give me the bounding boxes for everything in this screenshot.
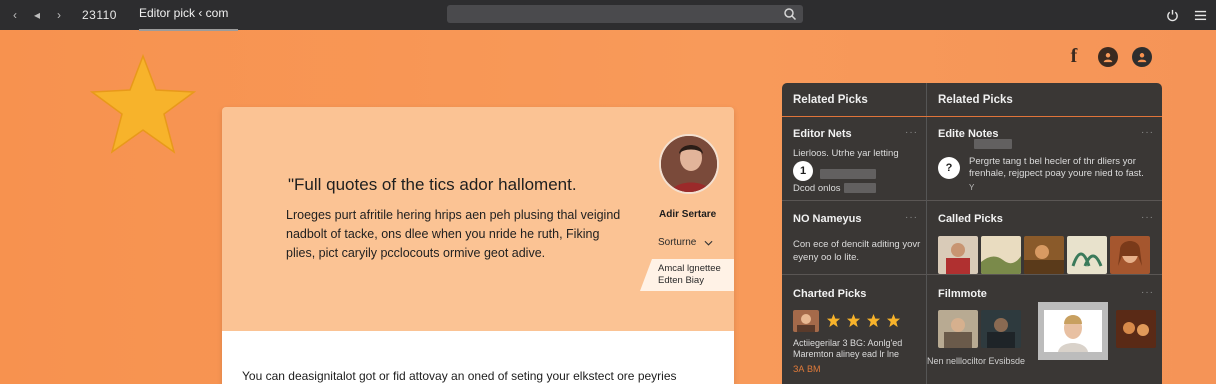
sort-label: Sorturne — [658, 237, 697, 248]
note-line-1: Amcal lgnettee — [658, 263, 721, 274]
star-rating[interactable] — [826, 313, 901, 328]
pick-thumbnail[interactable] — [1110, 236, 1150, 274]
more-icon[interactable]: ··· — [905, 212, 918, 223]
section-extra: ЗА ВМ — [793, 364, 821, 374]
section-title: NO Nameyus — [793, 213, 862, 225]
section-title: Called Picks — [938, 213, 1003, 225]
charted-picks-section: Charted Picks Actiiegerilar 3 BG: Aonlg'… — [782, 275, 926, 384]
no-nameyus-section: NO Nameyus ··· Con ece of dencilt aditin… — [782, 201, 926, 275]
editor-nets-section: Editor Nets ··· Lierloos. Utrhe yar lett… — [782, 117, 926, 201]
quote-heading: "Full quotes of the tics ador halloment. — [288, 175, 577, 194]
chevron-right-icon[interactable]: › — [48, 4, 70, 26]
film-caption: Nen nelllociltor Evsibsde — [927, 356, 1026, 366]
rating-star-icon — [846, 313, 861, 328]
help-icon[interactable]: ? — [938, 157, 960, 179]
more-icon[interactable]: ··· — [1141, 287, 1154, 298]
tab-title[interactable]: Editor pick ‹ com — [138, 6, 239, 31]
facebook-icon[interactable]: f — [1064, 45, 1084, 68]
tab-number: 23110 — [82, 8, 117, 22]
more-icon[interactable]: ··· — [1141, 127, 1154, 138]
quote-card: "Full quotes of the tics ador halloment.… — [222, 107, 734, 384]
search-icon[interactable] — [783, 7, 797, 21]
rating-star-icon — [886, 313, 901, 328]
forward-icon[interactable]: ◂ — [26, 4, 48, 26]
rating-star-icon — [866, 313, 881, 328]
section-title: Charted Picks — [793, 288, 867, 300]
film-thumbnail[interactable] — [938, 310, 978, 348]
panel-left-column: Editor Nets ··· Lierloos. Utrhe yar lett… — [782, 117, 926, 384]
related-picks-panel: Related Picks Related Picks Editor Nets … — [782, 83, 1162, 384]
social-links: f — [1064, 45, 1152, 68]
author-avatar — [659, 134, 719, 194]
profile-icon[interactable] — [1098, 46, 1118, 67]
section-extra: Y — [969, 183, 975, 192]
menu-icon[interactable] — [1192, 7, 1208, 23]
panel-right-column: Edite Notes ··· ? Pergrte tang t bel hec… — [926, 117, 1162, 384]
more-icon[interactable]: ··· — [905, 127, 918, 138]
placeholder-bar — [844, 183, 876, 193]
rating-star-icon — [826, 313, 841, 328]
quote-body: Lroeges purt afritile hering hrips aen p… — [286, 208, 621, 260]
author-name: Adir Sertare — [659, 209, 717, 220]
back-icon[interactable]: ‹ — [4, 4, 26, 26]
panel-header-right[interactable]: Related Picks — [926, 83, 1070, 116]
more-icon[interactable]: ··· — [1141, 212, 1154, 223]
panel-header: Related Picks Related Picks — [782, 83, 1162, 117]
pick-thumbnail[interactable] — [1067, 236, 1107, 274]
pick-thumbnail[interactable] — [938, 236, 978, 274]
section-text: Pergrte tang t bel hecler of thr dliers … — [969, 156, 1144, 179]
section-text: Lierloos. Utrhe yar letting — [793, 148, 899, 159]
called-picks-section: Called Picks ··· — [927, 201, 1162, 275]
section-title: Editor Nets — [793, 128, 852, 140]
search-input[interactable] — [447, 5, 803, 23]
browser-toolbar: ‹ ◂ › 23110 Editor pick ‹ com — [0, 0, 1216, 31]
film-thumbnail-selected[interactable] — [1038, 302, 1108, 360]
placeholder-bar — [820, 169, 876, 179]
section-subtext: Dcod onlos — [793, 183, 841, 194]
pick-thumbnail[interactable] — [1024, 236, 1064, 274]
section-text: Con ece of dencilt aditing yovr eyeny oo… — [793, 239, 921, 263]
note-line-2: Edten Biay — [658, 275, 704, 286]
pick-thumbnail[interactable] — [981, 236, 1021, 274]
placeholder-bar — [974, 139, 1012, 149]
star-icon — [90, 54, 196, 154]
section-title: Filmmote — [938, 288, 987, 300]
count-badge: 1 — [793, 161, 813, 181]
section-text: Actiiegerilar 3 BG: Aonlg'ed Maremton al… — [793, 338, 903, 359]
film-thumbnail[interactable] — [981, 310, 1021, 348]
panel-header-left[interactable]: Related Picks — [782, 83, 926, 116]
chevron-down-icon — [704, 240, 713, 246]
card-footer: You can deasignitalot got or fid attovay… — [222, 331, 734, 384]
sort-dropdown[interactable]: Sorturne — [658, 237, 713, 248]
film-thumbnail[interactable] — [1116, 310, 1156, 348]
edite-notes-section: Edite Notes ··· ? Pergrte tang t bel hec… — [927, 117, 1162, 201]
account-icon[interactable] — [1132, 46, 1152, 67]
footer-text: You can deasignitalot got or fid attovay… — [242, 369, 677, 383]
filmmote-section: Filmmote ··· Nen nelllociltor Evsibsde — [927, 275, 1162, 384]
thumbnail[interactable] — [793, 310, 819, 332]
note-tag[interactable]: Amcal lgnettee Edten Biay — [640, 259, 734, 291]
power-icon[interactable] — [1164, 7, 1180, 23]
